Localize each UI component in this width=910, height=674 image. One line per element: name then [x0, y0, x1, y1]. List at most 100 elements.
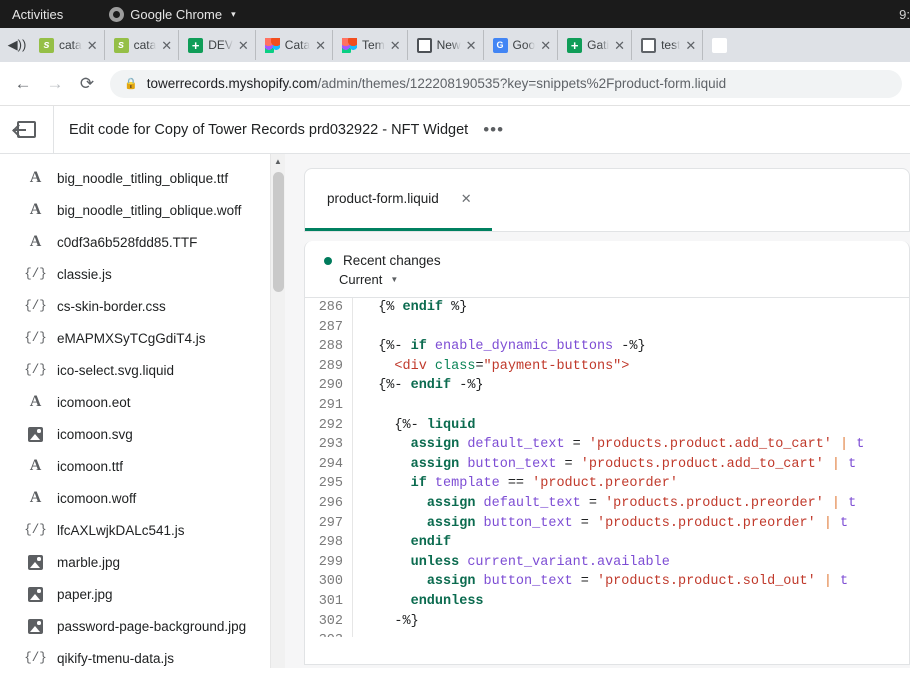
- browser-toolbar: ← → ⟳ 🔒 towerrecords.myshopify.com/admin…: [0, 62, 910, 106]
- editor-body-card: Recent changes Current ▼ 286 {% endif %}…: [304, 241, 910, 665]
- code-token: if: [411, 339, 427, 354]
- code-line[interactable]: 293 assign default_text = 'products.prod…: [305, 435, 909, 455]
- close-icon[interactable]: ✕: [614, 39, 625, 52]
- file-list-item[interactable]: password-page-background.jpg: [0, 610, 285, 642]
- code-token: -%}: [394, 614, 418, 629]
- shopify-icon: [114, 38, 129, 53]
- code-line[interactable]: 290 {%- endif -%}: [305, 376, 909, 396]
- file-list-item[interactable]: {/}ico-select.svg.liquid: [0, 354, 285, 386]
- browser-tab[interactable]: Goo✕: [483, 30, 558, 60]
- code-line[interactable]: 301 endunless: [305, 592, 909, 612]
- code-token: [427, 339, 435, 354]
- figma-icon: [265, 38, 280, 53]
- code-line[interactable]: 299 unless current_variant.available: [305, 553, 909, 573]
- browser-tab[interactable]: Tem ✕: [332, 30, 407, 60]
- code-token: [362, 437, 411, 452]
- code-line[interactable]: 298 endif: [305, 533, 909, 553]
- lock-icon: 🔒: [124, 77, 138, 90]
- url-path: /admin/themes/122208190535?key=snippets%…: [318, 76, 727, 91]
- file-list-item[interactable]: {/}qikify-tmenu-data.js: [0, 642, 285, 668]
- code-token: =: [573, 574, 597, 589]
- file-list-item[interactable]: {/}eMAPMXSyTCgGdiT4.js: [0, 322, 285, 354]
- code-line[interactable]: 300 assign button_text = 'products.produ…: [305, 572, 909, 592]
- close-icon[interactable]: ✕: [540, 39, 551, 52]
- code-token: "payment-buttons": [484, 359, 622, 374]
- code-line[interactable]: 287: [305, 318, 909, 338]
- code-line[interactable]: 292 {%- liquid: [305, 416, 909, 436]
- close-icon[interactable]: ✕: [466, 39, 477, 52]
- browser-tab[interactable]: DEV✕: [178, 30, 255, 60]
- scrollbar-thumb[interactable]: [273, 172, 284, 292]
- code-line[interactable]: 302 -%}: [305, 612, 909, 632]
- code-line-text: -%}: [353, 612, 909, 632]
- system-clock[interactable]: 9:: [899, 0, 910, 28]
- code-line[interactable]: 295 if template == 'product.preorder': [305, 474, 909, 494]
- browser-tab[interactable]: Gati✕: [557, 30, 631, 60]
- more-actions-button[interactable]: •••: [483, 120, 504, 140]
- browser-tab-title: Tem: [362, 38, 385, 52]
- browser-tab[interactable]: Cata✕: [255, 30, 332, 60]
- forward-button[interactable]: →: [40, 69, 70, 99]
- file-list-item[interactable]: Aicomoon.ttf: [0, 450, 285, 482]
- code-token: button_text: [467, 457, 556, 472]
- file-list-item[interactable]: Abig_noodle_titling_oblique.ttf: [0, 162, 285, 194]
- close-icon[interactable]: ✕: [87, 39, 98, 52]
- code-token: [362, 594, 411, 609]
- code-line[interactable]: 288 {%- if enable_dynamic_buttons -%}: [305, 337, 909, 357]
- code-token: [362, 614, 394, 629]
- file-name-label: classie.js: [57, 267, 112, 282]
- code-line[interactable]: 291: [305, 396, 909, 416]
- code-line-text: [353, 631, 909, 637]
- back-button[interactable]: ←: [8, 69, 38, 99]
- file-list-item[interactable]: Ac0df3a6b528fdd85.TTF: [0, 226, 285, 258]
- active-app-menu[interactable]: Google Chrome ▾: [109, 7, 235, 22]
- active-app-name: Google Chrome: [130, 7, 222, 22]
- code-line[interactable]: 289 <div class="payment-buttons">: [305, 357, 909, 377]
- file-list-item[interactable]: Aicomoon.eot: [0, 386, 285, 418]
- code-line[interactable]: 296 assign default_text = 'products.prod…: [305, 494, 909, 514]
- file-list-item[interactable]: Aicomoon.woff: [0, 482, 285, 514]
- browser-tab[interactable]: [702, 30, 733, 60]
- file-list-item[interactable]: paper.jpg: [0, 578, 285, 610]
- google-icon: [712, 38, 727, 53]
- code-token: [816, 574, 824, 589]
- browser-tab[interactable]: New✕: [407, 30, 483, 60]
- code-line[interactable]: 303: [305, 631, 909, 637]
- google-sheets-icon: [188, 38, 203, 53]
- close-icon[interactable]: ✕: [315, 39, 326, 52]
- code-token: 'products.product.preorder': [605, 496, 824, 511]
- file-list-item[interactable]: marble.jpg: [0, 546, 285, 578]
- close-icon[interactable]: ✕: [161, 39, 172, 52]
- file-list-item[interactable]: {/}cs-skin-border.css: [0, 290, 285, 322]
- editor-tab-bar: product-form.liquid ✕: [304, 168, 910, 232]
- file-list-item[interactable]: {/}lfcAXLwjkDALc541.js: [0, 514, 285, 546]
- file-name-label: eMAPMXSyTCgGdiT4.js: [57, 331, 206, 346]
- code-area[interactable]: 286 {% endif %}287288 {%- if enable_dyna…: [305, 297, 909, 637]
- reload-button[interactable]: ⟳: [72, 69, 102, 99]
- close-icon[interactable]: ✕: [390, 39, 401, 52]
- code-line[interactable]: 294 assign button_text = 'products.produ…: [305, 455, 909, 475]
- close-icon[interactable]: ✕: [685, 39, 696, 52]
- tab-product-form-liquid[interactable]: product-form.liquid ✕: [305, 169, 492, 231]
- file-list-item[interactable]: {/}classie.js: [0, 258, 285, 290]
- code-line[interactable]: 286 {% endif %}: [305, 298, 909, 318]
- browser-tab[interactable]: cata✕: [30, 30, 104, 60]
- close-icon[interactable]: ✕: [461, 191, 472, 207]
- browser-tab[interactable]: cata✕: [104, 30, 179, 60]
- browser-tab[interactable]: test✕: [631, 30, 702, 60]
- file-name-label: big_noodle_titling_oblique.woff: [57, 203, 241, 218]
- code-token: if: [411, 476, 427, 491]
- close-icon[interactable]: ✕: [238, 39, 249, 52]
- recent-changes-header: Recent changes: [305, 241, 909, 268]
- version-select[interactable]: Current ▼: [339, 272, 909, 287]
- exit-editor-button[interactable]: [0, 106, 54, 154]
- address-bar[interactable]: 🔒 towerrecords.myshopify.com/admin/theme…: [110, 70, 902, 98]
- font-file-icon: A: [27, 393, 44, 411]
- code-line[interactable]: 297 assign button_text = 'products.produ…: [305, 514, 909, 534]
- file-list-item[interactable]: Abig_noodle_titling_oblique.woff: [0, 194, 285, 226]
- code-token: |: [824, 516, 832, 531]
- activities-button[interactable]: Activities: [0, 7, 77, 22]
- file-pane-scrollbar[interactable]: ▲: [270, 154, 285, 668]
- scroll-up-arrow-icon[interactable]: ▲: [271, 154, 285, 169]
- file-list-item[interactable]: icomoon.svg: [0, 418, 285, 450]
